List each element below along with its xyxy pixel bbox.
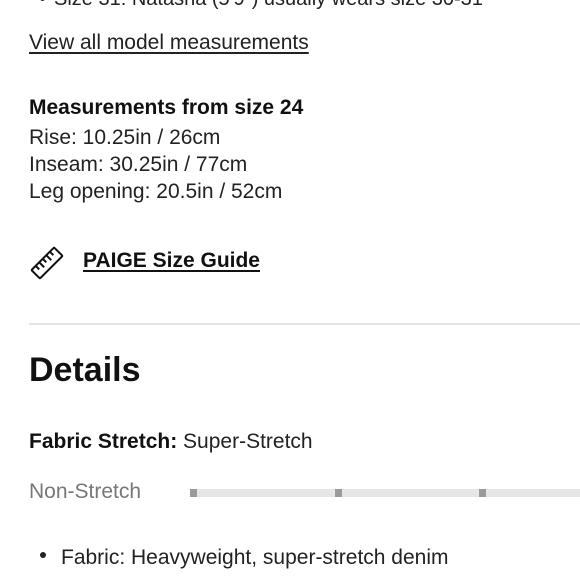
fabric-stretch-label: Fabric Stretch:: [29, 430, 178, 453]
stretch-scale-start-label: Non-Stretch: [29, 480, 142, 503]
size-guide-link[interactable]: PAIGE Size Guide: [83, 249, 260, 273]
fabric-stretch-value: Super-Stretch: [183, 430, 313, 453]
fabric-stretch-row: Fabric Stretch: Super-Stretch: [29, 430, 313, 454]
model-size-note: • Size 31: Natasha (5'9") usually wears s…: [29, 0, 580, 11]
bullet-dot: •: [39, 0, 46, 10]
section-divider: [29, 323, 580, 325]
measurement-rise: Rise: 10.25in / 26cm: [29, 126, 221, 149]
stretch-scale-tick: [190, 489, 197, 497]
measurements-heading: Measurements from size 24: [29, 96, 304, 119]
bullet-dot: [40, 552, 46, 559]
ruler-icon[interactable]: [29, 245, 65, 281]
measurement-inseam: Inseam: 30.25in / 77cm: [29, 153, 248, 176]
fabric-bullet-text: Fabric: Heavyweight, super-stretch denim: [61, 546, 449, 569]
stretch-scale-track: [190, 489, 580, 497]
fabric-bullet-item: Fabric: Heavyweight, super-stretch denim: [40, 546, 449, 570]
measurement-leg-opening: Leg opening: 20.5in / 52cm: [29, 180, 283, 203]
details-heading: Details: [29, 351, 141, 389]
stretch-scale-tick: [479, 489, 486, 497]
model-size-note-text: Size 31: Natasha (5'9") usually wears si…: [54, 0, 483, 10]
view-all-measurements-link[interactable]: View all model measurements: [29, 31, 309, 55]
stretch-scale-tick: [335, 489, 342, 497]
